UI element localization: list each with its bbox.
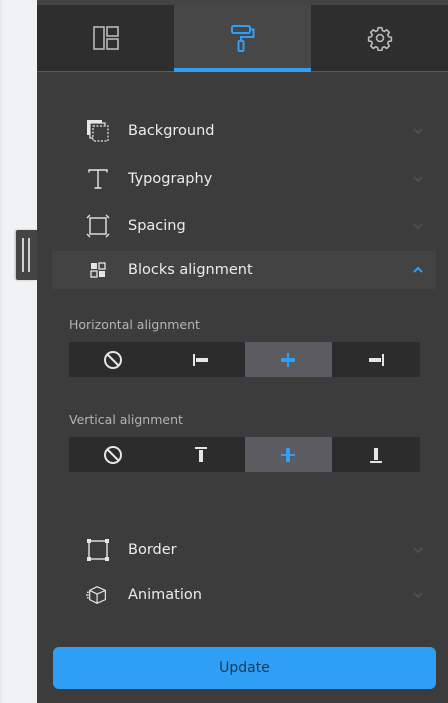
section-background-label: Background (128, 123, 215, 139)
horizontal-alignment-group (69, 342, 420, 377)
h-align-left-button[interactable] (156, 342, 245, 377)
section-border-label: Border (128, 542, 177, 558)
update-button[interactable]: Update (53, 647, 436, 689)
align-middle-icon (281, 447, 296, 462)
section-blocks-alignment-label: Blocks alignment (128, 262, 253, 278)
section-blocks-alignment[interactable]: Blocks alignment (52, 251, 436, 289)
canvas-edge (0, 0, 37, 703)
section-border[interactable]: Border (52, 531, 436, 569)
chevron-down-icon (413, 592, 423, 599)
v-align-bottom-button[interactable] (332, 437, 420, 472)
section-spacing[interactable]: Spacing (52, 207, 436, 245)
section-typography-label: Typography (128, 171, 213, 187)
none-icon (103, 350, 122, 369)
none-icon (103, 445, 122, 464)
section-typography[interactable]: Typography (52, 160, 436, 198)
animation-cube-icon (86, 586, 106, 604)
section-animation[interactable]: Animation (52, 576, 436, 614)
layout-icon (92, 26, 119, 50)
section-animation-label: Animation (128, 587, 202, 603)
tab-settings[interactable] (311, 5, 448, 71)
v-align-none-button[interactable] (69, 437, 157, 472)
tab-layout[interactable] (37, 5, 174, 71)
align-center-icon (281, 352, 296, 367)
horizontal-alignment-label: Horizontal alignment (69, 317, 200, 332)
text-t-icon (88, 169, 108, 189)
border-square-icon (87, 539, 109, 561)
h-align-right-button[interactable] (332, 342, 420, 377)
spacing-square-icon (86, 214, 110, 238)
vertical-alignment-label: Vertical alignment (69, 412, 183, 427)
h-align-center-button[interactable] (244, 342, 333, 377)
panel-tabs (37, 5, 448, 72)
chevron-down-icon (413, 128, 423, 135)
v-align-top-button[interactable] (156, 437, 245, 472)
background-layers-icon (87, 120, 109, 142)
v-align-middle-button[interactable] (244, 437, 333, 472)
h-align-none-button[interactable] (69, 342, 157, 377)
style-panel: Background Typography Spacing Blocks ali… (37, 0, 448, 703)
chevron-down-icon (413, 223, 423, 230)
grid-blocks-icon (90, 262, 106, 278)
chevron-down-icon (413, 176, 423, 183)
section-background[interactable]: Background (52, 112, 436, 150)
gear-icon (367, 26, 392, 51)
section-spacing-label: Spacing (128, 218, 186, 234)
tab-style[interactable] (174, 5, 311, 72)
panel-resize-handle[interactable] (16, 230, 37, 280)
align-right-icon (369, 353, 385, 366)
paint-roller-icon (230, 25, 254, 52)
align-bottom-icon (370, 447, 383, 463)
chevron-down-icon (413, 547, 423, 554)
align-left-icon (192, 353, 208, 366)
align-top-icon (194, 446, 207, 462)
vertical-alignment-group (69, 437, 420, 472)
chevron-up-icon (413, 266, 423, 273)
